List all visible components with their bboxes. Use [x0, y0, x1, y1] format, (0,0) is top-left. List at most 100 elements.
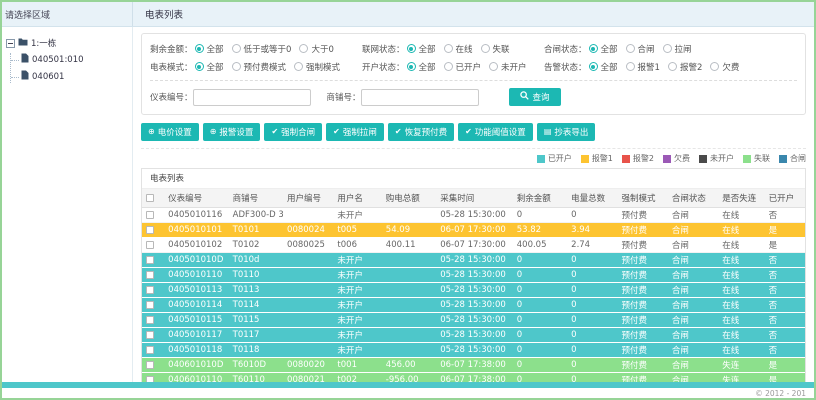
column-header-purchase-total: 购电总额	[381, 189, 437, 208]
table-row[interactable]: 040601010D T6010D 0080020 t001 456.00 06-07 1…	[142, 357, 805, 373]
radio-icon[interactable]	[588, 62, 598, 71]
radio-icon[interactable]	[406, 44, 416, 53]
file-icon	[21, 53, 29, 66]
filter-panel: 剩余金额： 全部 低于或等于0 大于0 联网状态： 全部 在线 失联 合闸状态： 全部 合闸 拉闸 电表…	[141, 33, 806, 115]
restore-prepaid-button[interactable]: ✔ 恢复预付费	[387, 123, 455, 141]
radio-option[interactable]: 全部	[406, 43, 436, 55]
table-row[interactable]: 0405010101 T0101 0080024 t005 54.09 06-07 17:…	[142, 222, 805, 238]
radio-option[interactable]: 报警2	[667, 61, 702, 73]
radio-icon[interactable]	[443, 44, 453, 53]
table-row[interactable]: 0405010102 T0102 0080025 t006 400.11 06-07 17…	[142, 237, 805, 253]
cell-purchase-total: 54.09	[381, 222, 437, 238]
table-row[interactable]: 0406010110 T60110 0080021 t002 -956.00 06-07 …	[142, 372, 805, 382]
radio-icon[interactable]	[662, 44, 672, 53]
radio-icon[interactable]	[194, 62, 204, 71]
cell-valve-state: 合闸	[667, 282, 719, 298]
cell-meter-no: 0405010102	[164, 237, 229, 253]
radio-option[interactable]: 大于0	[299, 43, 334, 55]
threshold-settings-button[interactable]: ✔ 功能阈值设置	[458, 123, 533, 141]
cell-force-mode: 预付费	[617, 327, 668, 343]
radio-icon[interactable]	[625, 62, 635, 71]
radio-option[interactable]: 已开户	[443, 61, 481, 73]
radio-icon[interactable]	[299, 44, 309, 53]
cell-shop-no: ADF300-D 3	[228, 207, 284, 223]
alarm-settings-button[interactable]: ⊕ 报警设置	[202, 123, 261, 141]
row-checkbox[interactable]	[146, 240, 154, 249]
row-checkbox[interactable]	[146, 345, 154, 354]
radio-icon[interactable]	[480, 44, 490, 53]
row-checkbox[interactable]	[146, 255, 154, 264]
table-row[interactable]: 0405010117 T0117 未开户 05-28 15:30:00 0 0 预付费 合闸在…	[142, 327, 805, 343]
row-checkbox[interactable]	[146, 210, 154, 219]
force-open-valve-button[interactable]: ✔ 强制拉闸	[326, 123, 384, 141]
radio-option[interactable]: 欠费	[710, 61, 739, 73]
cell-user-name: 未开户	[333, 207, 382, 223]
row-checkbox[interactable]	[146, 225, 154, 234]
table-row[interactable]: 0405010118 T0118 未开户 05-28 15:30:00 0 0 预付费 合闸在…	[142, 342, 805, 358]
table-row[interactable]: 040501010D T010d 未开户 05-28 15:30:00 0 0 预付费 合闸在…	[142, 252, 805, 268]
row-checkbox[interactable]	[146, 315, 154, 324]
radio-option-label: 全部	[206, 62, 224, 73]
tree-node[interactable]: 040501:010	[11, 53, 128, 66]
radio-option[interactable]: 在线	[443, 43, 473, 55]
cell-meter-no: 0406010110	[164, 372, 229, 382]
table-row[interactable]: 0405010110 T0110 未开户 05-28 15:30:00 0 0 预付费 合闸在…	[142, 267, 805, 283]
search-button-label: 查询	[532, 93, 550, 103]
meter-export-button[interactable]: ▤ 抄表导出	[536, 123, 596, 141]
radio-option-label: 强制模式	[306, 62, 341, 73]
tree-node-root[interactable]: 1:一栋	[6, 37, 128, 49]
radio-icon[interactable]	[406, 62, 416, 71]
cell-purchase-total	[381, 327, 437, 343]
row-checkbox[interactable]	[146, 300, 154, 309]
cell-collect-time: 05-28 15:30:00	[436, 282, 513, 298]
radio-option[interactable]: 全部	[588, 61, 618, 73]
cell-meter-no: 0405010117	[164, 327, 229, 343]
filter-row: 电表模式： 全部 预付费模式 强制模式 开户状态： 全部 已开户 未开户 告警状态： 全部 报警1 报…	[150, 59, 797, 74]
radio-icon[interactable]	[194, 44, 204, 53]
radio-option[interactable]: 低于或等于0	[231, 43, 291, 55]
radio-icon[interactable]	[710, 62, 720, 71]
tree-node[interactable]: 040601	[11, 70, 128, 83]
radio-option[interactable]: 全部	[406, 61, 436, 73]
force-close-valve-button[interactable]: ✔ 强制合闸	[264, 123, 323, 141]
radio-option[interactable]: 合闸	[625, 43, 655, 55]
cell-shop-no: T0118	[228, 342, 284, 358]
radio-icon[interactable]	[294, 62, 304, 71]
collapse-icon[interactable]	[6, 38, 15, 48]
radio-icon[interactable]	[588, 44, 598, 53]
cell-user-no	[283, 297, 334, 313]
radio-option[interactable]: 全部	[194, 43, 224, 55]
table-row[interactable]: 0405010114 T0114 未开户 05-28 15:30:00 0 0 预付费 合闸在…	[142, 297, 805, 313]
row-checkbox[interactable]	[146, 360, 154, 369]
radio-icon[interactable]	[231, 44, 241, 53]
price-settings-button[interactable]: ⊕ 电价设置	[141, 123, 199, 141]
radio-option[interactable]: 预付费模式	[231, 61, 286, 73]
radio-option[interactable]: 强制模式	[294, 61, 340, 73]
shop-no-input[interactable]	[360, 88, 479, 106]
meter-no-input[interactable]	[192, 88, 311, 106]
radio-option[interactable]: 失联	[480, 43, 510, 55]
radio-icon[interactable]	[625, 44, 635, 53]
select-all-checkbox[interactable]	[146, 193, 154, 202]
cell-force-mode: 预付费	[617, 252, 668, 268]
cell-energy-total: 0	[567, 327, 618, 343]
row-checkbox[interactable]	[146, 270, 154, 279]
radio-option[interactable]: 报警1	[625, 61, 660, 73]
row-checkbox[interactable]	[146, 285, 154, 294]
radio-option[interactable]: 未开户	[489, 61, 527, 73]
search-button[interactable]: 查询	[508, 88, 561, 106]
table-row[interactable]: 0405010113 T0113 未开户 05-28 15:30:00 0 0 预付费 合闸在…	[142, 282, 805, 298]
radio-icon[interactable]	[489, 62, 499, 71]
radio-option[interactable]: 全部	[588, 43, 618, 55]
radio-icon[interactable]	[667, 62, 677, 71]
table-row[interactable]: 0405010115 T0115 未开户 05-28 15:30:00 0 0 预付费 合闸在…	[142, 312, 805, 328]
cell-opened-state: 否	[764, 267, 805, 283]
radio-icon[interactable]	[231, 62, 241, 71]
row-checkbox[interactable]	[146, 330, 154, 339]
tree-children: 040501:010 040601	[10, 53, 128, 83]
radio-option[interactable]: 拉闸	[662, 43, 692, 55]
cell-user-no	[283, 267, 334, 283]
table-row[interactable]: 0405010116 ADF300-D 3 未开户 05-28 15:30:00 0 0 预…	[142, 207, 805, 223]
radio-option[interactable]: 全部	[194, 61, 224, 73]
radio-icon[interactable]	[443, 62, 453, 71]
